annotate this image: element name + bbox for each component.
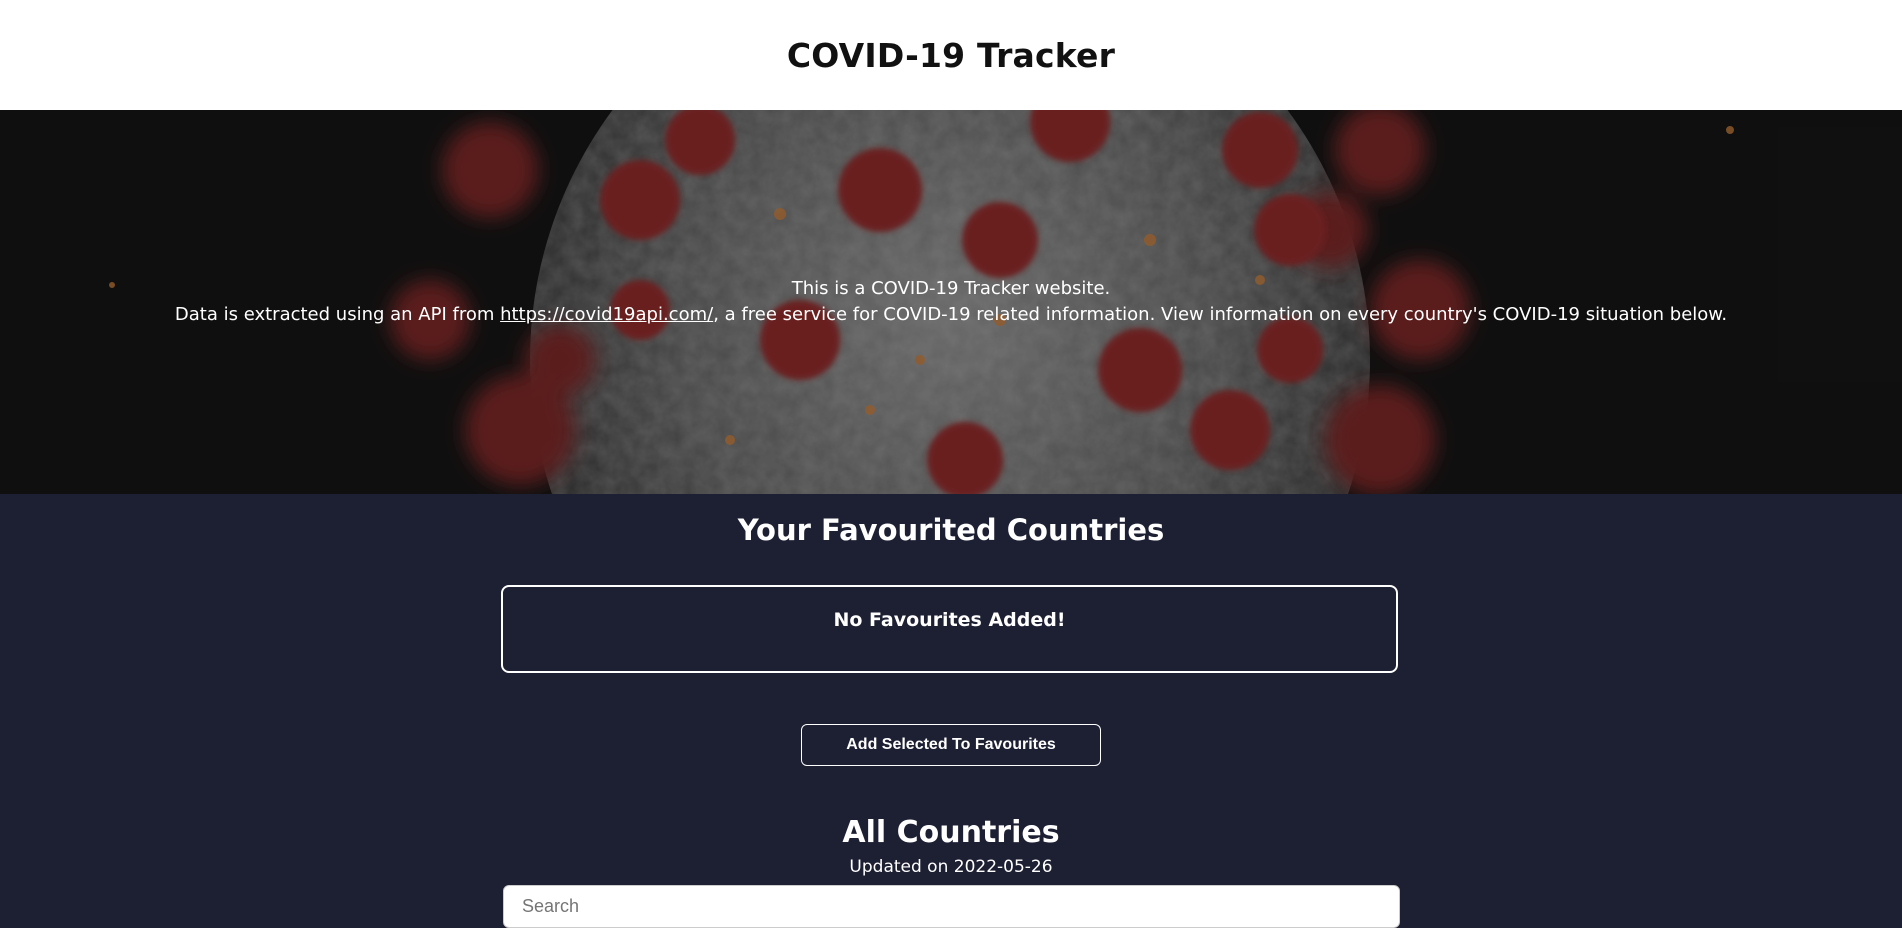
hero-source-suffix: , a free service for COVID-19 related in…	[713, 304, 1728, 325]
site-header: COVID-19 Tracker	[0, 0, 1902, 110]
all-countries-title: All Countries	[842, 815, 1060, 850]
hero-intro: This is a COVID-19 Tracker website.	[791, 278, 1111, 299]
updated-date: Updated on 2022-05-26	[849, 857, 1053, 877]
api-link[interactable]: https://covid19api.com/	[500, 304, 713, 325]
search-input[interactable]	[503, 885, 1400, 928]
favourites-list: No Favourites Added!	[501, 585, 1398, 673]
hero-banner: This is a COVID-19 Tracker website. Data…	[0, 110, 1902, 494]
favourites-empty-message: No Favourites Added!	[833, 609, 1066, 631]
hero-source-prefix: Data is extracted using an API from	[174, 304, 501, 325]
hero-data-source: Data is extracted using an API from http…	[0, 302, 1902, 328]
favourites-title: Your Favourited Countries	[737, 513, 1165, 547]
page-title: COVID-19 Tracker	[786, 35, 1116, 75]
hero-description: This is a COVID-19 Tracker website. Data…	[0, 276, 1902, 328]
add-to-favourites-button[interactable]: Add Selected To Favourites	[801, 724, 1101, 766]
